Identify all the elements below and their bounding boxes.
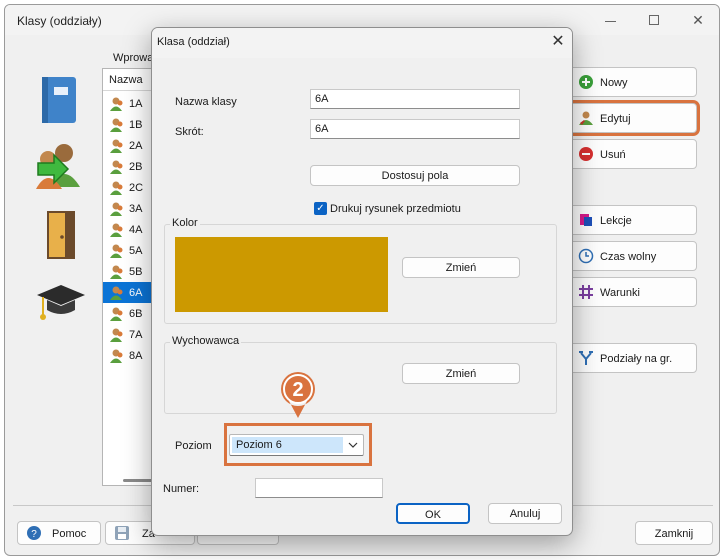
customize-fields-button[interactable]: Dostosuj pola — [310, 165, 520, 186]
dialog-titlebar: Klasa (oddział) ✕ — [152, 28, 572, 58]
number-input[interactable] — [255, 478, 383, 498]
class-icon — [110, 181, 123, 195]
short-name-label: Skrót: — [175, 126, 204, 138]
lessons-button[interactable]: Lekcje — [569, 205, 697, 235]
edit-button[interactable]: Edytuj — [569, 103, 697, 133]
level-select-value: Poziom 6 — [232, 437, 343, 453]
svg-text:?: ? — [31, 529, 37, 540]
list-item-label: 2B — [129, 161, 143, 173]
list-item-label: 8A — [129, 350, 143, 362]
new-button-label: Nowy — [600, 77, 628, 89]
list-item-label: 6A — [129, 287, 143, 299]
close-icon: ✕ — [692, 12, 704, 28]
list-section-label: Wprowa — [113, 52, 154, 64]
minus-icon — [579, 147, 593, 161]
close-icon: ✕ — [551, 33, 565, 50]
print-picture-checkbox[interactable]: ✓ — [314, 202, 327, 215]
delete-button[interactable]: Usuń — [569, 139, 697, 169]
ok-button[interactable]: OK — [396, 503, 470, 524]
close-window-button[interactable]: ✕ — [689, 11, 707, 29]
divisions-button[interactable]: Podziały na gr. — [569, 343, 697, 373]
dialog-title: Klasa (oddział) — [157, 36, 230, 48]
list-item-label: 5B — [129, 266, 143, 278]
level-label: Poziom — [175, 440, 212, 452]
color-group-label: Kolor — [170, 217, 200, 229]
change-teacher-button[interactable]: Zmień — [402, 363, 520, 384]
plus-icon — [579, 75, 593, 89]
delete-button-label: Usuń — [600, 149, 626, 161]
hash-icon — [579, 285, 593, 299]
class-group-icon[interactable] — [32, 139, 86, 195]
class-icon — [110, 328, 123, 342]
class-icon — [110, 139, 123, 153]
split-icon — [579, 351, 593, 365]
class-icon — [110, 307, 123, 321]
class-icon — [110, 244, 123, 258]
class-edit-dialog: Klasa (oddział) ✕ Nazwa klasy 6A Skrót: … — [151, 27, 573, 536]
class-icon — [110, 118, 123, 132]
list-item-label: 2A — [129, 140, 143, 152]
number-label: Numer: — [163, 483, 200, 495]
dialog-close-button[interactable]: ✕ — [548, 32, 568, 52]
class-icon — [110, 223, 123, 237]
callout-marker-2: 2 — [281, 372, 315, 418]
door-icon[interactable] — [43, 209, 79, 261]
list-item-label: 2C — [129, 182, 144, 194]
list-item-label: 5A — [129, 245, 143, 257]
help-button-label: Pomoc — [52, 528, 87, 540]
maximize-button[interactable] — [645, 11, 663, 29]
main-window-title: Klasy (oddziały) — [17, 14, 102, 28]
level-select[interactable]: Poziom 6 — [229, 434, 364, 456]
short-name-input[interactable]: 6A — [310, 119, 520, 139]
help-icon: ? — [27, 526, 41, 540]
class-icon — [110, 265, 123, 279]
new-button[interactable]: Nowy — [569, 67, 697, 97]
callout-number-2: 2 — [292, 379, 303, 401]
class-icon — [110, 349, 123, 363]
list-item-label: 1B — [129, 119, 143, 131]
minimize-icon — [604, 20, 616, 22]
lessons-icon — [580, 214, 592, 226]
class-name-input[interactable]: 6A — [310, 89, 520, 109]
lessons-button-label: Lekcje — [600, 215, 632, 227]
help-button[interactable]: ? Pomoc — [17, 521, 101, 545]
edit-button-label: Edytuj — [600, 113, 631, 125]
chevron-down-icon — [347, 438, 359, 452]
free-time-button[interactable]: Czas wolny — [569, 241, 697, 271]
minimize-button[interactable] — [601, 11, 619, 29]
class-name-label: Nazwa klasy — [175, 96, 237, 108]
color-swatch — [175, 237, 388, 312]
person-edit-icon — [579, 111, 593, 125]
class-icon — [110, 97, 123, 111]
class-icon — [110, 202, 123, 216]
book-icon[interactable] — [38, 75, 80, 125]
print-picture-label: Drukuj rysunek przedmiotu — [330, 203, 461, 215]
list-item-label: 4A — [129, 224, 143, 236]
class-icon — [110, 286, 123, 300]
teacher-group-label: Wychowawca — [170, 335, 242, 347]
graduation-cap-icon[interactable] — [35, 283, 87, 327]
clock-icon — [578, 248, 594, 264]
maximize-icon — [649, 15, 659, 25]
close-main-button[interactable]: Zamknij — [635, 521, 713, 545]
list-item-label: 6B — [129, 308, 143, 320]
cancel-button[interactable]: Anuluj — [488, 503, 562, 524]
divisions-button-label: Podziały na gr. — [600, 353, 673, 365]
list-item-label: 7A — [129, 329, 143, 341]
list-item-label: 3A — [129, 203, 143, 215]
conditions-button[interactable]: Warunki — [569, 277, 697, 307]
free-time-button-label: Czas wolny — [600, 251, 657, 263]
conditions-button-label: Warunki — [600, 287, 640, 299]
change-color-button[interactable]: Zmień — [402, 257, 520, 278]
list-item-label: 1A — [129, 98, 143, 110]
class-icon — [110, 160, 123, 174]
save-icon — [115, 526, 129, 540]
